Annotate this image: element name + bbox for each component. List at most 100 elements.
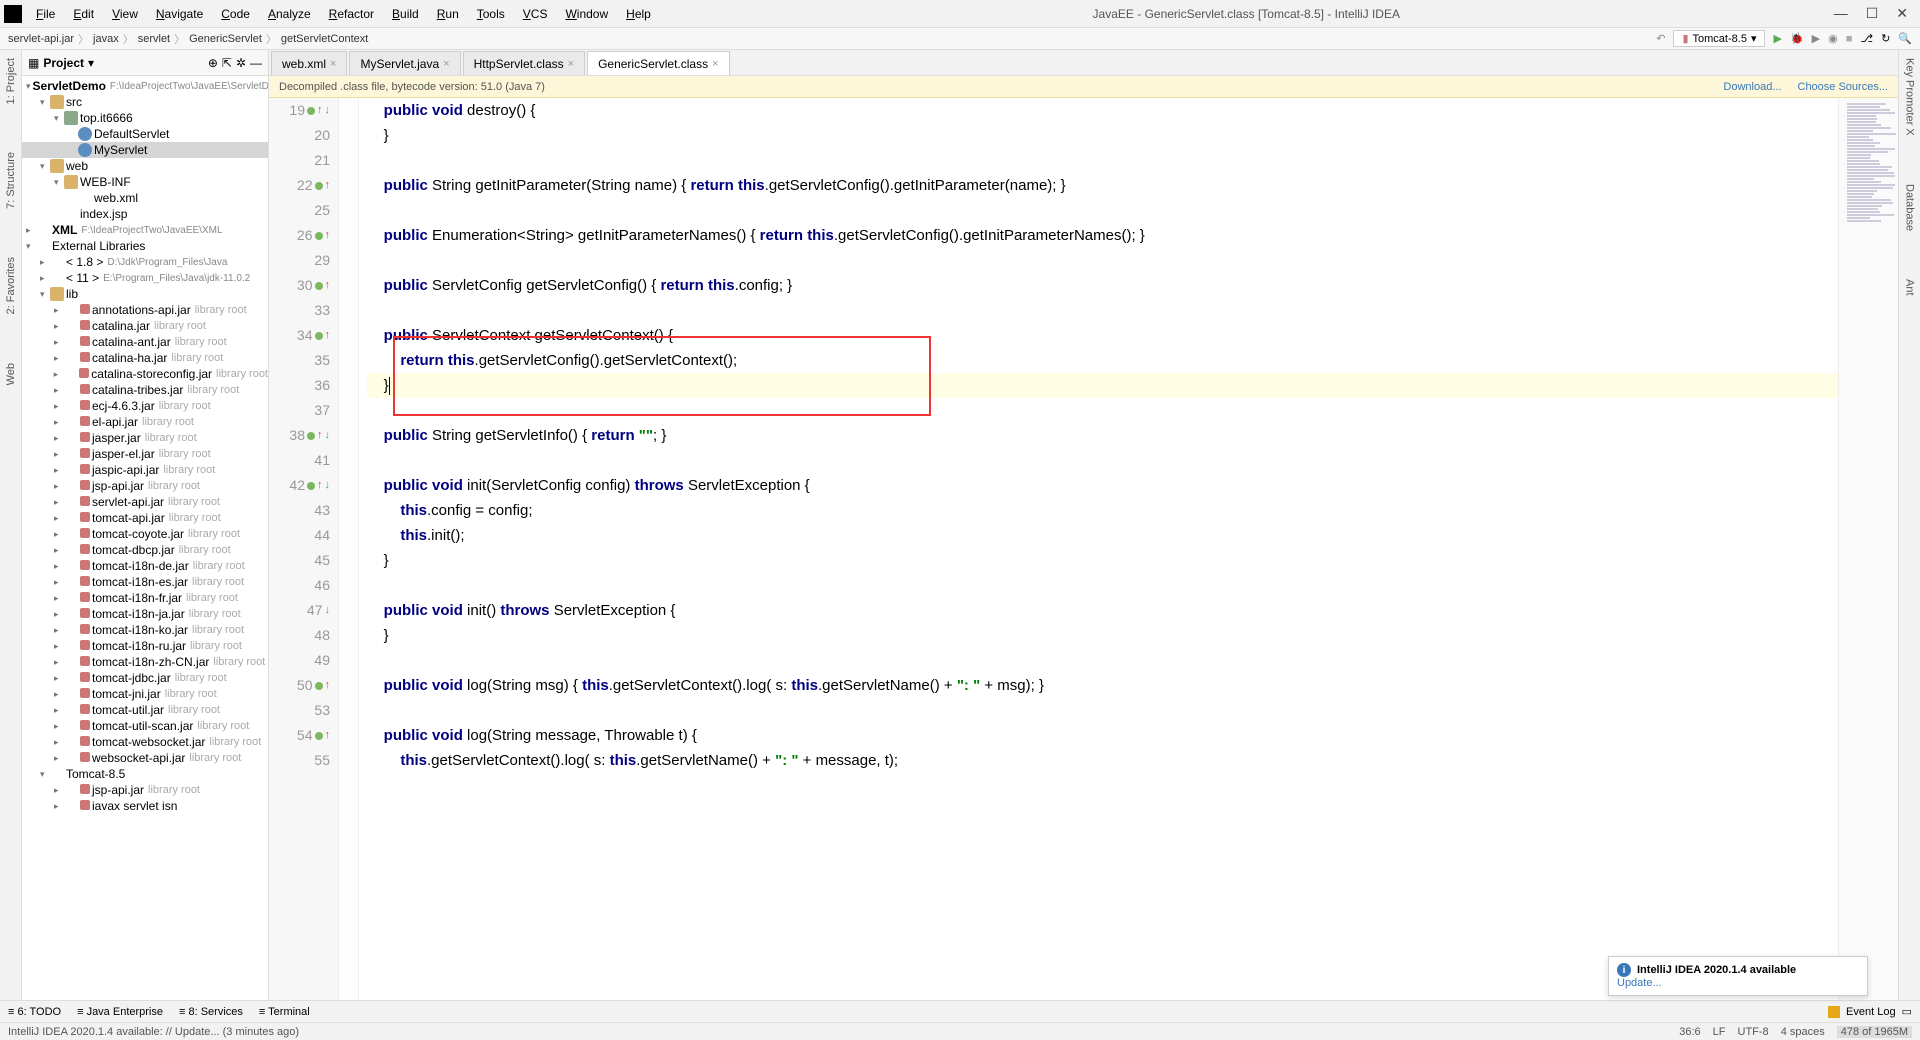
tree-item[interactable]: ▸XMLF:\IdeaProjectTwo\JavaEE\XML — [22, 222, 268, 238]
status-item[interactable]: 478 of 1965M — [1837, 1026, 1912, 1038]
run-icon[interactable]: ▶ — [1773, 32, 1781, 45]
tree-item[interactable]: ▸ecj-4.6.3.jarlibrary root — [22, 398, 268, 414]
status-item[interactable]: UTF-8 — [1738, 1026, 1769, 1038]
tree-item[interactable]: ▸jasper.jarlibrary root — [22, 430, 268, 446]
tree-item[interactable]: ▸tomcat-i18n-fr.jarlibrary root — [22, 590, 268, 606]
tool-tab-favorites[interactable]: 2: Favorites — [3, 253, 19, 318]
tree-item[interactable]: ▸tomcat-websocket.jarlibrary root — [22, 734, 268, 750]
tree-item[interactable]: ▸tomcat-util-scan.jarlibrary root — [22, 718, 268, 734]
run-config-selector[interactable]: ▮ Tomcat-8.5 ▾ — [1673, 30, 1765, 47]
menu-navigate[interactable]: Navigate — [148, 5, 211, 23]
close-tab-icon[interactable]: × — [712, 58, 718, 70]
code-line[interactable]: return this.getServletConfig().getServle… — [367, 348, 1838, 373]
menu-code[interactable]: Code — [213, 5, 258, 23]
tree-item[interactable]: DefaultServlet — [22, 126, 268, 142]
code-line[interactable]: public ServletConfig getServletConfig() … — [367, 273, 1838, 298]
code-line[interactable]: } — [367, 623, 1838, 648]
menu-help[interactable]: Help — [618, 5, 659, 23]
tree-item[interactable]: ▾web — [22, 158, 268, 174]
tree-item[interactable]: ▸tomcat-jdbc.jarlibrary root — [22, 670, 268, 686]
status-item[interactable]: 4 spaces — [1781, 1026, 1825, 1038]
menu-view[interactable]: View — [104, 5, 146, 23]
bottom-tab[interactable]: ≡ Java Enterprise — [77, 1006, 163, 1018]
status-item[interactable]: LF — [1713, 1026, 1726, 1038]
tree-item[interactable]: ▾lib — [22, 286, 268, 302]
tree-item[interactable]: ▸catalina-tribes.jarlibrary root — [22, 382, 268, 398]
menu-analyze[interactable]: Analyze — [260, 5, 319, 23]
tree-item[interactable]: ▸catalina.jarlibrary root — [22, 318, 268, 334]
tree-item[interactable]: ▸annotations-api.jarlibrary root — [22, 302, 268, 318]
code-line[interactable]: public void init(ServletConfig config) t… — [367, 473, 1838, 498]
breadcrumb-item[interactable]: servlet-api.jar — [8, 33, 74, 45]
git-icon[interactable]: ⎇ — [1860, 32, 1873, 45]
update-link[interactable]: Update... — [1617, 977, 1662, 989]
target-icon[interactable]: ⊕ — [208, 56, 218, 70]
code-line[interactable]: this.getServletContext().log( s: this.ge… — [367, 748, 1838, 773]
tool-tab-keypromoterx[interactable]: Key Promoter X — [1902, 54, 1918, 140]
code-line[interactable] — [367, 648, 1838, 673]
tree-item[interactable]: ▸tomcat-i18n-de.jarlibrary root — [22, 558, 268, 574]
code-line[interactable] — [367, 698, 1838, 723]
tree-item[interactable]: ▸el-api.jarlibrary root — [22, 414, 268, 430]
code-line[interactable] — [367, 448, 1838, 473]
tree-item[interactable]: ▸tomcat-api.jarlibrary root — [22, 510, 268, 526]
close-tab-icon[interactable]: × — [330, 58, 336, 70]
bottom-tab[interactable]: ≡ 6: TODO — [8, 1006, 61, 1018]
tree-item[interactable]: ▸tomcat-coyote.jarlibrary root — [22, 526, 268, 542]
tree-item[interactable]: ▸tomcat-dbcp.jarlibrary root — [22, 542, 268, 558]
menu-build[interactable]: Build — [384, 5, 427, 23]
close-tab-icon[interactable]: × — [443, 58, 449, 70]
code-line[interactable]: public void init() throws ServletExcepti… — [367, 598, 1838, 623]
tree-item[interactable]: ▸tomcat-i18n-ru.jarlibrary root — [22, 638, 268, 654]
tree-item[interactable]: ▸tomcat-util.jarlibrary root — [22, 702, 268, 718]
editor-tab[interactable]: GenericServlet.class× — [587, 51, 729, 75]
tool-tab-project[interactable]: 1: Project — [3, 54, 19, 108]
debug-icon[interactable]: 🐞 — [1790, 32, 1804, 45]
tree-item[interactable]: ▾Tomcat-8.5 — [22, 766, 268, 782]
editor-tab[interactable]: web.xml× — [271, 51, 347, 75]
settings-icon[interactable]: ✲ — [236, 56, 246, 70]
code-line[interactable]: } — [367, 373, 1838, 398]
editor-tab[interactable]: HttpServlet.class× — [463, 51, 585, 75]
back-icon[interactable]: ↶ — [1656, 32, 1665, 45]
tree-item[interactable]: ▸websocket-api.jarlibrary root — [22, 750, 268, 766]
collapse-icon[interactable]: ⇱ — [222, 56, 232, 70]
tree-item[interactable]: ▸catalina-storeconfig.jarlibrary root — [22, 366, 268, 382]
code-line[interactable]: } — [367, 548, 1838, 573]
code-line[interactable]: public void log(String msg) { this.getSe… — [367, 673, 1838, 698]
code-line[interactable] — [367, 198, 1838, 223]
tree-item[interactable]: ▸catalina-ant.jarlibrary root — [22, 334, 268, 350]
tree-item[interactable]: ▾src — [22, 94, 268, 110]
tree-item[interactable]: ▾External Libraries — [22, 238, 268, 254]
menu-edit[interactable]: Edit — [65, 5, 102, 23]
breadcrumb-item[interactable]: GenericServlet — [189, 33, 262, 45]
code-minimap[interactable] — [1838, 98, 1898, 1000]
menu-refactor[interactable]: Refactor — [321, 5, 382, 23]
tree-item[interactable]: ▸tomcat-i18n-zh-CN.jarlibrary root — [22, 654, 268, 670]
breadcrumb-item[interactable]: servlet — [138, 33, 170, 45]
code-line[interactable] — [367, 148, 1838, 173]
code-line[interactable]: this.config = config; — [367, 498, 1838, 523]
code-editor[interactable]: public void destroy() { } public String … — [359, 98, 1838, 1000]
bottom-tab[interactable]: ≡ 8: Services — [179, 1006, 243, 1018]
tree-item[interactable]: index.jsp — [22, 206, 268, 222]
code-line[interactable]: public String getServletInfo() { return … — [367, 423, 1838, 448]
download-sources-link[interactable]: Download... — [1723, 81, 1781, 93]
tree-item[interactable]: ▸tomcat-jni.jarlibrary root — [22, 686, 268, 702]
tree-item[interactable]: ▸tomcat-i18n-ko.jarlibrary root — [22, 622, 268, 638]
tree-item[interactable]: ▸iavax servlet isn — [22, 798, 268, 814]
event-log-tab[interactable]: Event Log — [1846, 1006, 1896, 1018]
menu-vcs[interactable]: VCS — [515, 5, 556, 23]
tree-item[interactable]: ▾WEB-INF — [22, 174, 268, 190]
line-number-gutter[interactable]: 19↑↓202122↑2526↑2930↑3334↑35363738↑↓4142… — [269, 98, 339, 1000]
code-line[interactable]: public String getInitParameter(String na… — [367, 173, 1838, 198]
maximize-icon[interactable]: ☐ — [1866, 5, 1879, 22]
tree-item[interactable]: ▸tomcat-i18n-es.jarlibrary root — [22, 574, 268, 590]
menu-file[interactable]: File — [28, 5, 63, 23]
close-tab-icon[interactable]: × — [568, 58, 574, 70]
tree-item[interactable]: ▾ServletDemoF:\IdeaProjectTwo\JavaEE\Ser… — [22, 78, 268, 94]
tree-item[interactable]: ▸servlet-api.jarlibrary root — [22, 494, 268, 510]
tree-item[interactable]: ▸jsp-api.jarlibrary root — [22, 478, 268, 494]
menu-run[interactable]: Run — [429, 5, 467, 23]
tree-item[interactable]: MyServlet — [22, 142, 268, 158]
